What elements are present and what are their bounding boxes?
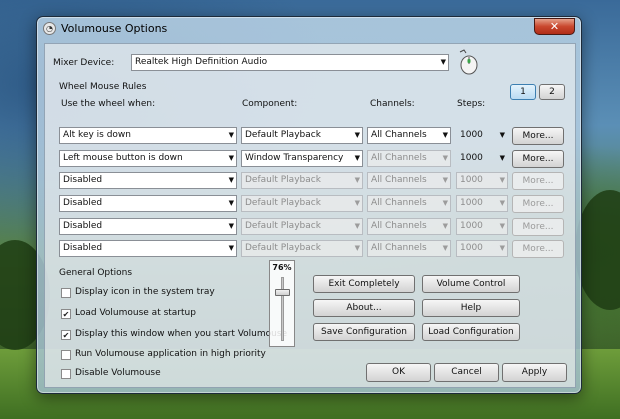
disable-label: Disable Volumouse	[75, 368, 161, 378]
chevron-down-icon: ▼	[442, 131, 448, 139]
rule-steps-select[interactable]: 1000 ▼	[456, 195, 508, 212]
rule-channels-select[interactable]: All Channels ▼	[367, 150, 451, 167]
chevron-down-icon: ▼	[228, 176, 234, 184]
chevron-down-icon: ▼	[228, 222, 234, 230]
chevron-down-icon: ▼	[499, 199, 505, 207]
slider-track	[281, 277, 284, 341]
chevron-down-icon: ▼	[499, 154, 505, 162]
chevron-down-icon: ▼	[499, 222, 505, 230]
rule-component-select[interactable]: Window Transparency ▼	[241, 150, 363, 167]
rule-channels-select[interactable]: All Channels ▼	[367, 195, 451, 212]
rule-condition-select[interactable]: Disabled ▼	[59, 195, 237, 212]
show-window-label: Display this window when you start Volum…	[75, 329, 288, 339]
rule-steps-select[interactable]: 1000 ▼	[456, 218, 508, 235]
rule-channels-select[interactable]: All Channels ▼	[367, 127, 451, 144]
close-button[interactable]: ✕	[534, 18, 575, 35]
rule-more-button[interactable]: More...	[512, 150, 564, 168]
load-configuration-button[interactable]: Load Configuration	[422, 323, 520, 341]
chevron-down-icon: ▼	[440, 58, 446, 66]
rule-steps-select[interactable]: 1000 ▼	[456, 150, 508, 167]
general-options-title: General Options	[59, 268, 133, 278]
wheel-rules-title: Wheel Mouse Rules	[59, 82, 147, 92]
header-use-wheel: Use the wheel when:	[61, 99, 156, 109]
ok-button[interactable]: OK	[366, 363, 431, 382]
about-button[interactable]: About...	[313, 299, 415, 317]
rule-component-select[interactable]: Default Playback ▼	[241, 218, 363, 235]
cancel-button[interactable]: Cancel	[434, 363, 499, 382]
tray-icon-checkbox[interactable]	[61, 288, 71, 298]
rule-more-button[interactable]: More...	[512, 195, 564, 213]
help-button[interactable]: Help	[422, 299, 520, 317]
chevron-down-icon: ▼	[354, 131, 360, 139]
rule-more-button[interactable]: More...	[512, 240, 564, 258]
options-window: ◔ Volumouse Options ✕ Mixer Device: Real…	[36, 16, 582, 394]
rule-component-select[interactable]: Default Playback ▼	[241, 240, 363, 257]
high-priority-label: Run Volumouse application in high priori…	[75, 349, 266, 359]
show-window-checkbox[interactable]: ✔	[61, 330, 71, 340]
rule-more-button[interactable]: More...	[512, 218, 564, 236]
high-priority-checkbox[interactable]	[61, 350, 71, 360]
transparency-slider[interactable]: 76%	[269, 260, 295, 347]
chevron-down-icon: ▼	[442, 199, 448, 207]
rule-condition-select[interactable]: Left mouse button is down ▼	[59, 150, 237, 167]
rule-more-button[interactable]: More...	[512, 127, 564, 145]
rule-condition-select[interactable]: Alt key is down ▼	[59, 127, 237, 144]
rule-condition-select[interactable]: Disabled ▼	[59, 218, 237, 235]
title-bar[interactable]: ◔ Volumouse Options ✕	[37, 17, 581, 41]
rule-condition-select[interactable]: Disabled ▼	[59, 240, 237, 257]
tray-icon-label: Display icon in the system tray	[75, 287, 215, 297]
chevron-down-icon: ▼	[499, 176, 505, 184]
startup-checkbox[interactable]: ✔	[61, 309, 71, 319]
chevron-down-icon: ▼	[354, 199, 360, 207]
mixer-device-label: Mixer Device:	[53, 58, 115, 68]
chevron-down-icon: ▼	[354, 222, 360, 230]
startup-label: Load Volumouse at startup	[75, 308, 196, 318]
rule-condition-select[interactable]: Disabled ▼	[59, 172, 237, 189]
chevron-down-icon: ▼	[228, 154, 234, 162]
save-configuration-button[interactable]: Save Configuration	[313, 323, 415, 341]
mouse-icon	[459, 49, 478, 75]
chevron-down-icon: ▼	[228, 199, 234, 207]
rule-channels-select[interactable]: All Channels ▼	[367, 218, 451, 235]
rule-steps-select[interactable]: 1000 ▼	[456, 127, 508, 144]
chevron-down-icon: ▼	[442, 244, 448, 252]
dialog-client-area: Mixer Device: Realtek High Definition Au…	[44, 43, 576, 388]
rule-component-select[interactable]: Default Playback ▼	[241, 127, 363, 144]
rule-channels-select[interactable]: All Channels ▼	[367, 240, 451, 257]
volumouse-app-icon: ◔	[43, 22, 56, 35]
chevron-down-icon: ▼	[442, 154, 448, 162]
page-1-button[interactable]: 1	[510, 84, 536, 100]
transparency-value: 76%	[272, 263, 292, 272]
chevron-down-icon: ▼	[228, 244, 234, 252]
chevron-down-icon: ▼	[499, 131, 505, 139]
rule-steps-select[interactable]: 1000 ▼	[456, 240, 508, 257]
rule-steps-select[interactable]: 1000 ▼	[456, 172, 508, 189]
chevron-down-icon: ▼	[354, 244, 360, 252]
mixer-device-value: Realtek High Definition Audio	[135, 57, 268, 67]
rule-more-button[interactable]: More...	[512, 172, 564, 190]
chevron-down-icon: ▼	[442, 176, 448, 184]
chevron-down-icon: ▼	[228, 131, 234, 139]
chevron-down-icon: ▼	[354, 176, 360, 184]
chevron-down-icon: ▼	[354, 154, 360, 162]
header-channels: Channels:	[370, 99, 415, 109]
slider-thumb[interactable]	[275, 289, 290, 297]
exit-completely-button[interactable]: Exit Completely	[313, 275, 415, 293]
mixer-device-select[interactable]: Realtek High Definition Audio ▼	[131, 54, 449, 71]
volume-control-button[interactable]: Volume Control	[422, 275, 520, 293]
page-2-button[interactable]: 2	[539, 84, 565, 100]
window-title: Volumouse Options	[61, 22, 168, 35]
disable-checkbox[interactable]	[61, 369, 71, 379]
apply-button[interactable]: Apply	[502, 363, 567, 382]
chevron-down-icon: ▼	[442, 222, 448, 230]
rule-component-select[interactable]: Default Playback ▼	[241, 172, 363, 189]
rule-channels-select[interactable]: All Channels ▼	[367, 172, 451, 189]
rule-component-select[interactable]: Default Playback ▼	[241, 195, 363, 212]
header-component: Component:	[242, 99, 298, 109]
chevron-down-icon: ▼	[499, 244, 505, 252]
header-steps: Steps:	[457, 99, 486, 109]
